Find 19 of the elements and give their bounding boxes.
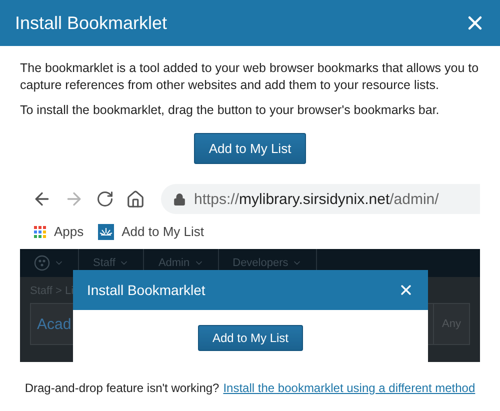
help-text: Drag-and-drop feature isn't working? xyxy=(24,381,220,395)
description-text: To install the bookmarklet, drag the button to your browser's bookmarks bar. xyxy=(20,102,440,119)
bookmark-label: Add to My List xyxy=(122,224,204,239)
reload-icon xyxy=(96,190,114,208)
home-icon xyxy=(126,190,145,208)
lock-icon xyxy=(173,192,186,206)
close-icon xyxy=(398,282,414,298)
add-to-my-list-button[interactable]: Add to My List xyxy=(198,325,303,351)
add-to-my-list-button[interactable]: Add to My List xyxy=(194,133,306,164)
url-text: https://mylibrary.sirsidynix.net/admin/ xyxy=(194,190,439,208)
modal-title: Install Bookmarklet xyxy=(87,282,206,298)
apps-grid-icon xyxy=(34,226,46,238)
list-heading: Acad xyxy=(37,316,72,332)
dialog-title: Install Bookmarklet xyxy=(15,12,168,34)
description-text: The bookmarklet is a tool added to your web browser bookmarks that allows you to capture references from other websites and add them to your resource lists. xyxy=(20,60,480,94)
sunrise-logo-icon xyxy=(98,224,114,240)
logo-icon xyxy=(34,255,50,271)
bookmark-label: Apps xyxy=(54,224,84,239)
alternative-install-link[interactable]: Install the bookmarklet using a different method xyxy=(223,381,476,395)
